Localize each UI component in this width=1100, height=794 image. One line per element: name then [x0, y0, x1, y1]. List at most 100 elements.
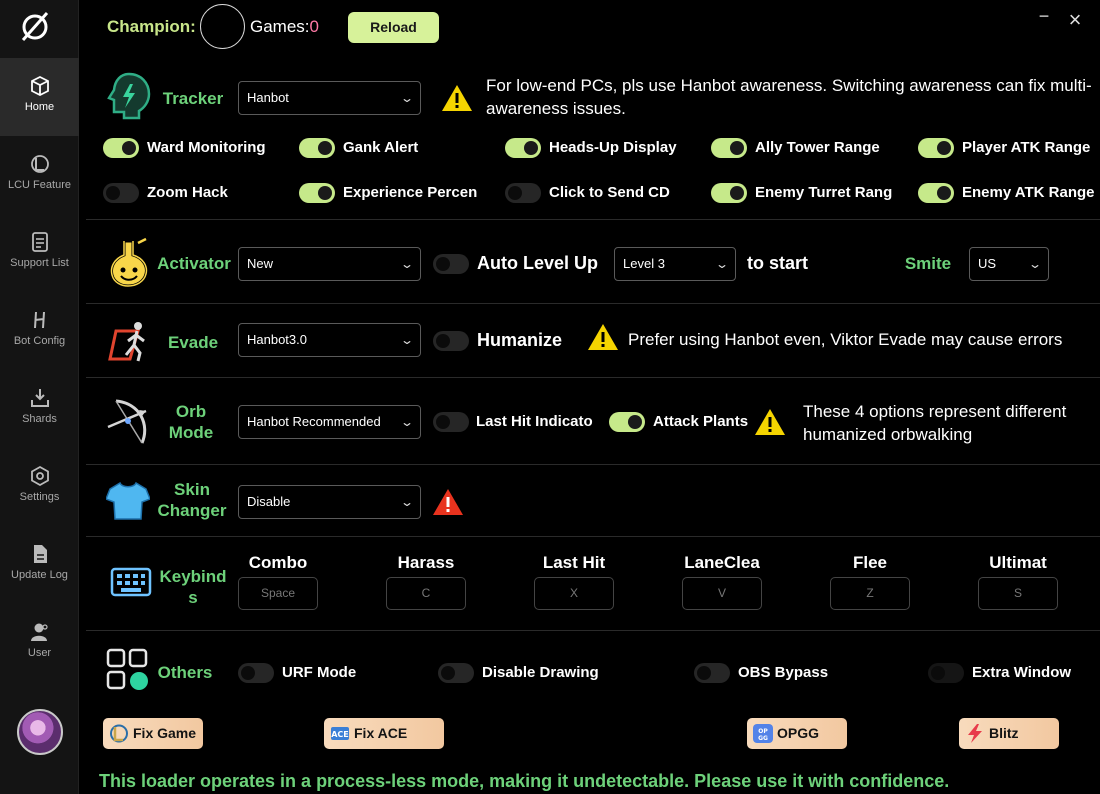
last-hit-label: Last Hit Indicato [476, 413, 593, 430]
header: Champion: Games:0 Reload − × [79, 0, 1100, 56]
toggle-label: Click to Send CD [549, 184, 670, 201]
toggle-obs-bypass[interactable] [694, 663, 730, 683]
keybind-lane-clear: LaneClea V [682, 553, 762, 610]
reload-button[interactable]: Reload [348, 12, 439, 43]
orb-note: These 4 options represent different huma… [803, 402, 1067, 444]
toggle-gank-alert[interactable] [299, 138, 335, 158]
fix-ace-button[interactable]: ACE Fix ACE [324, 718, 444, 749]
sidebar-item-settings[interactable]: Settings [0, 448, 79, 526]
skin-changer-title: Skin Changer [152, 479, 232, 521]
opgg-button[interactable]: OP GG OPGG [747, 718, 847, 749]
sidebar-item-lcu-feature[interactable]: LCU Feature [0, 136, 79, 214]
tracker-section: Tracker Hanbot ⌄ For low-end PCs, pls use… [86, 64, 1100, 220]
toggle-ally-tower-range[interactable] [711, 138, 747, 158]
level-select[interactable]: Level 3 ⌄ [614, 247, 736, 281]
sidebar-item-label: Shards [22, 413, 57, 425]
keybind-label: Last Hit [542, 553, 606, 572]
evade-select-value: Hanbot3.0 [247, 332, 307, 347]
evade-section: Evade Hanbot3.0 ⌄ Humanize Prefer using H… [86, 305, 1100, 378]
potion-flask-icon [110, 237, 148, 287]
attack-plants-label: Attack Plants [653, 413, 749, 430]
toggle-auto-level-up[interactable] [433, 254, 469, 274]
keybind-input[interactable]: Space [238, 577, 318, 610]
toggle-disable-drawing[interactable] [438, 663, 474, 683]
league-logo-icon [110, 724, 128, 743]
others-title: Others [157, 663, 213, 682]
sidebar-item-bot-config[interactable]: Bot Config [0, 292, 79, 370]
toggle-player-atk-range[interactable] [918, 138, 954, 158]
chevron-down-icon: ⌄ [399, 333, 415, 347]
keyboard-icon [110, 567, 152, 597]
fix-game-button[interactable]: Fix Game [103, 718, 203, 749]
apps-grid-icon [106, 648, 148, 690]
games-label: Games: [250, 17, 310, 36]
chevron-down-icon: ⌄ [714, 257, 730, 271]
ace-logo-icon: ACE [331, 727, 349, 740]
skin-changer-select[interactable]: Disable ⌄ [238, 485, 421, 519]
keybind-input[interactable]: C [386, 577, 466, 610]
toggle-heads-up-display[interactable] [505, 138, 541, 158]
sidebar-item-support-list[interactable]: Support List [0, 214, 79, 292]
avatar[interactable] [17, 709, 63, 755]
smite-select-value: US [978, 256, 997, 271]
tracker-select[interactable]: Hanbot ⌄ [238, 81, 421, 115]
smite-select[interactable]: US ⌄ [969, 247, 1049, 281]
toggle-urf-mode[interactable] [238, 663, 274, 683]
keybind-flee: Flee Z [830, 553, 910, 610]
chevron-down-icon: ⌄ [1027, 257, 1043, 271]
minimize-button[interactable]: − [1034, 6, 1054, 27]
sidebar-item-home[interactable]: Home [0, 58, 79, 136]
activator-title: Activator [157, 254, 231, 273]
toggle-last-hit-indicator[interactable] [433, 412, 469, 432]
chevron-down-icon: ⌄ [399, 415, 415, 429]
sidebar-item-shards[interactable]: Shards [0, 370, 79, 448]
keybind-input[interactable]: Z [830, 577, 910, 610]
blitz-button[interactable]: Blitz [959, 718, 1059, 749]
others-section: Others URF Mode Disable Drawing OBS Bypa… [86, 632, 1100, 710]
toggle-zoom-hack[interactable] [103, 183, 139, 203]
toggle-label: Heads-Up Display [549, 139, 677, 156]
chevron-down-icon: ⌄ [399, 257, 415, 271]
toggle-ward-monitoring[interactable] [103, 138, 139, 158]
toggle-label: Ally Tower Range [755, 139, 880, 156]
toggle-label: Enemy Turret Rang [755, 184, 893, 201]
document-icon [33, 545, 47, 563]
keybind-input[interactable]: S [978, 577, 1058, 610]
evade-note: Prefer using Hanbot even, Viktor Evade m… [628, 330, 1063, 349]
keybind-label: Flee [852, 553, 888, 572]
toggle-attack-plants[interactable] [609, 412, 645, 432]
lcu-icon [30, 155, 49, 173]
activator-select-value: New [247, 256, 274, 271]
keybind-label: Harass [397, 553, 455, 572]
settings-icon [30, 465, 49, 487]
keybinds-title-line1: Keybind [159, 567, 227, 586]
champion-portrait [200, 4, 245, 49]
tracker-note: For low-end PCs, pls use Hanbot awarenes… [486, 76, 1092, 118]
sidebar-item-label: Bot Config [13, 335, 66, 347]
activator-section: Activator New ⌄ Auto Level Up Level 3 ⌄ to… [86, 221, 1100, 304]
orb-mode-select[interactable]: Hanbot Recommended ⌄ [238, 405, 421, 439]
tracker-select-value: Hanbot [247, 90, 289, 105]
toggle-experience-percent[interactable] [299, 183, 335, 203]
svg-text:GG: GG [758, 735, 768, 742]
smite-label: Smite [904, 254, 952, 273]
keybind-input[interactable]: V [682, 577, 762, 610]
toggle-enemy-atk-range[interactable] [918, 183, 954, 203]
svg-text:ACE: ACE [331, 730, 349, 739]
toggle-extra-window[interactable] [928, 663, 964, 683]
evade-select[interactable]: Hanbot3.0 ⌄ [238, 323, 421, 357]
activator-select[interactable]: New ⌄ [238, 247, 421, 281]
toggle-enemy-turret-range[interactable] [711, 183, 747, 203]
toggle-label: Zoom Hack [147, 184, 228, 201]
toggle-humanize[interactable] [433, 331, 469, 351]
chevron-down-icon: ⌄ [399, 91, 415, 105]
level-select-value: Level 3 [623, 256, 665, 271]
skin-title-line2: Changer [157, 501, 227, 520]
close-button[interactable]: × [1065, 9, 1085, 31]
sidebar-item-user[interactable]: User [0, 604, 79, 682]
keybind-input[interactable]: X [534, 577, 614, 610]
sidebar-item-update-log[interactable]: Update Log [0, 526, 79, 604]
tracker-title: Tracker [162, 89, 224, 108]
warning-icon [442, 85, 472, 111]
toggle-click-to-send-cd[interactable] [505, 183, 541, 203]
